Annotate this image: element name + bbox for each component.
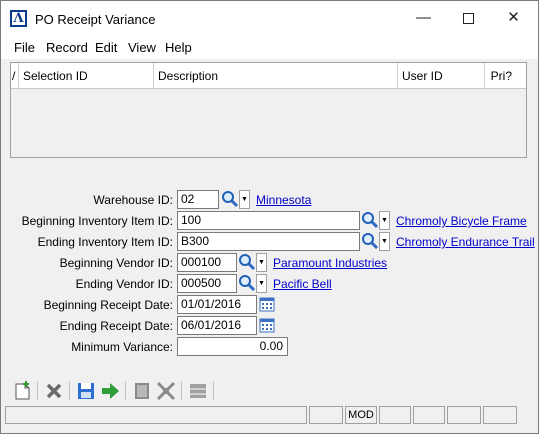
delete-icon <box>46 383 62 399</box>
disabled-button[interactable] <box>187 380 209 402</box>
end-item-field[interactable]: B300 <box>177 232 360 251</box>
menu-edit[interactable]: Edit <box>95 40 117 55</box>
end-vendor-label: Ending Vendor ID: <box>75 277 173 291</box>
maximize-button[interactable] <box>446 1 491 35</box>
toolbar <box>1 378 538 404</box>
run-button[interactable] <box>99 380 121 402</box>
toolbar-separator <box>125 381 126 400</box>
end-vendor-field[interactable]: 000500 <box>177 274 237 293</box>
end-vendor-lookup-button[interactable] <box>238 274 256 293</box>
close-button[interactable]: ✕ <box>491 1 536 35</box>
calendar-icon <box>259 318 275 333</box>
toolbar-separator <box>37 381 38 400</box>
grid-header: / Selection ID Description User ID Pri? <box>11 63 526 89</box>
min-variance-field[interactable]: 0.00 <box>177 337 288 356</box>
end-item-lookup-button[interactable] <box>361 232 379 251</box>
calendar-icon <box>259 297 275 312</box>
status-panel-4 <box>379 406 411 424</box>
disabled-icon <box>190 384 206 398</box>
begin-item-link[interactable]: Chromoly Bicycle Frame <box>396 214 527 228</box>
resize-grip[interactable] <box>519 406 534 424</box>
begin-item-label: Beginning Inventory Item ID: <box>21 214 173 228</box>
magnifier-icon <box>362 212 379 229</box>
col-header-description[interactable]: Description <box>154 63 398 89</box>
col-header-user-id[interactable]: User ID <box>398 63 485 89</box>
toolbar-separator <box>69 381 70 400</box>
end-item-dropdown-button[interactable]: ▼ <box>379 232 390 251</box>
new-button[interactable] <box>11 380 33 402</box>
run-icon <box>102 383 119 399</box>
menu-help[interactable]: Help <box>165 40 192 55</box>
app-logo-icon: Λ <box>10 10 27 27</box>
magnifier-icon <box>362 233 379 250</box>
magnifier-icon <box>239 254 256 271</box>
magnifier-icon <box>239 275 256 292</box>
begin-vendor-link[interactable]: Paramount Industries <box>273 256 387 270</box>
end-date-calendar-button[interactable] <box>259 317 275 333</box>
end-date-label: Ending Receipt Date: <box>59 319 173 333</box>
begin-vendor-field[interactable]: 000100 <box>177 253 237 272</box>
status-mode: MOD <box>345 406 377 424</box>
warehouse-dropdown-button[interactable]: ▼ <box>239 190 250 209</box>
toolbar-separator <box>213 381 214 400</box>
warehouse-id-field[interactable]: 02 <box>177 190 219 209</box>
begin-vendor-lookup-button[interactable] <box>238 253 256 272</box>
begin-date-label: Beginning Receipt Date: <box>43 298 173 312</box>
menu-bar: File Record Edit View Help <box>1 35 538 59</box>
maximize-icon <box>463 13 474 24</box>
window-title: PO Receipt Variance <box>35 12 156 27</box>
menu-view[interactable]: View <box>128 40 156 55</box>
end-item-label: Ending Inventory Item ID: <box>37 235 173 249</box>
save-button[interactable] <box>75 380 97 402</box>
end-vendor-dropdown-button[interactable]: ▼ <box>256 274 267 293</box>
status-bar: MOD <box>5 406 534 424</box>
grid-icon <box>135 383 149 399</box>
status-panel-6 <box>447 406 481 424</box>
menu-file[interactable]: File <box>14 40 35 55</box>
end-item-link[interactable]: Chromoly Endurance Trail <box>396 235 535 249</box>
magnifier-icon <box>222 191 239 208</box>
app-window: Λ PO Receipt Variance — ✕ File Record Ed… <box>0 0 539 434</box>
menu-record[interactable]: Record <box>46 40 88 55</box>
end-date-field[interactable]: 06/01/2016 <box>177 316 257 335</box>
min-variance-label: Minimum Variance: <box>71 340 173 354</box>
grid-button[interactable] <box>131 380 153 402</box>
title-bar: Λ PO Receipt Variance — ✕ <box>1 1 538 35</box>
col-header-selector[interactable]: / <box>11 63 19 89</box>
status-panel-5 <box>413 406 445 424</box>
merge-icon <box>156 381 176 401</box>
begin-date-calendar-button[interactable] <box>259 296 275 312</box>
begin-vendor-label: Beginning Vendor ID: <box>59 256 173 270</box>
warehouse-lookup-button[interactable] <box>221 190 239 209</box>
new-icon <box>15 381 30 400</box>
begin-item-field[interactable]: 100 <box>177 211 360 230</box>
delete-button[interactable] <box>43 380 65 402</box>
begin-item-dropdown-button[interactable]: ▼ <box>379 211 390 230</box>
col-header-priority[interactable]: Pri? <box>485 63 526 89</box>
selection-grid[interactable]: / Selection ID Description User ID Pri? <box>10 62 527 158</box>
status-message-panel <box>5 406 307 424</box>
save-icon <box>78 383 94 399</box>
begin-item-lookup-button[interactable] <box>361 211 379 230</box>
col-header-selection-id[interactable]: Selection ID <box>19 63 154 89</box>
toolbar-separator <box>181 381 182 400</box>
status-panel-7 <box>483 406 517 424</box>
merge-button[interactable] <box>155 380 177 402</box>
begin-date-field[interactable]: 01/01/2016 <box>177 295 257 314</box>
end-vendor-link[interactable]: Pacific Bell <box>273 277 332 291</box>
status-panel-2 <box>309 406 343 424</box>
begin-vendor-dropdown-button[interactable]: ▼ <box>256 253 267 272</box>
warehouse-link[interactable]: Minnesota <box>256 193 311 207</box>
minimize-button[interactable]: — <box>401 1 446 35</box>
warehouse-label: Warehouse ID: <box>93 193 173 207</box>
